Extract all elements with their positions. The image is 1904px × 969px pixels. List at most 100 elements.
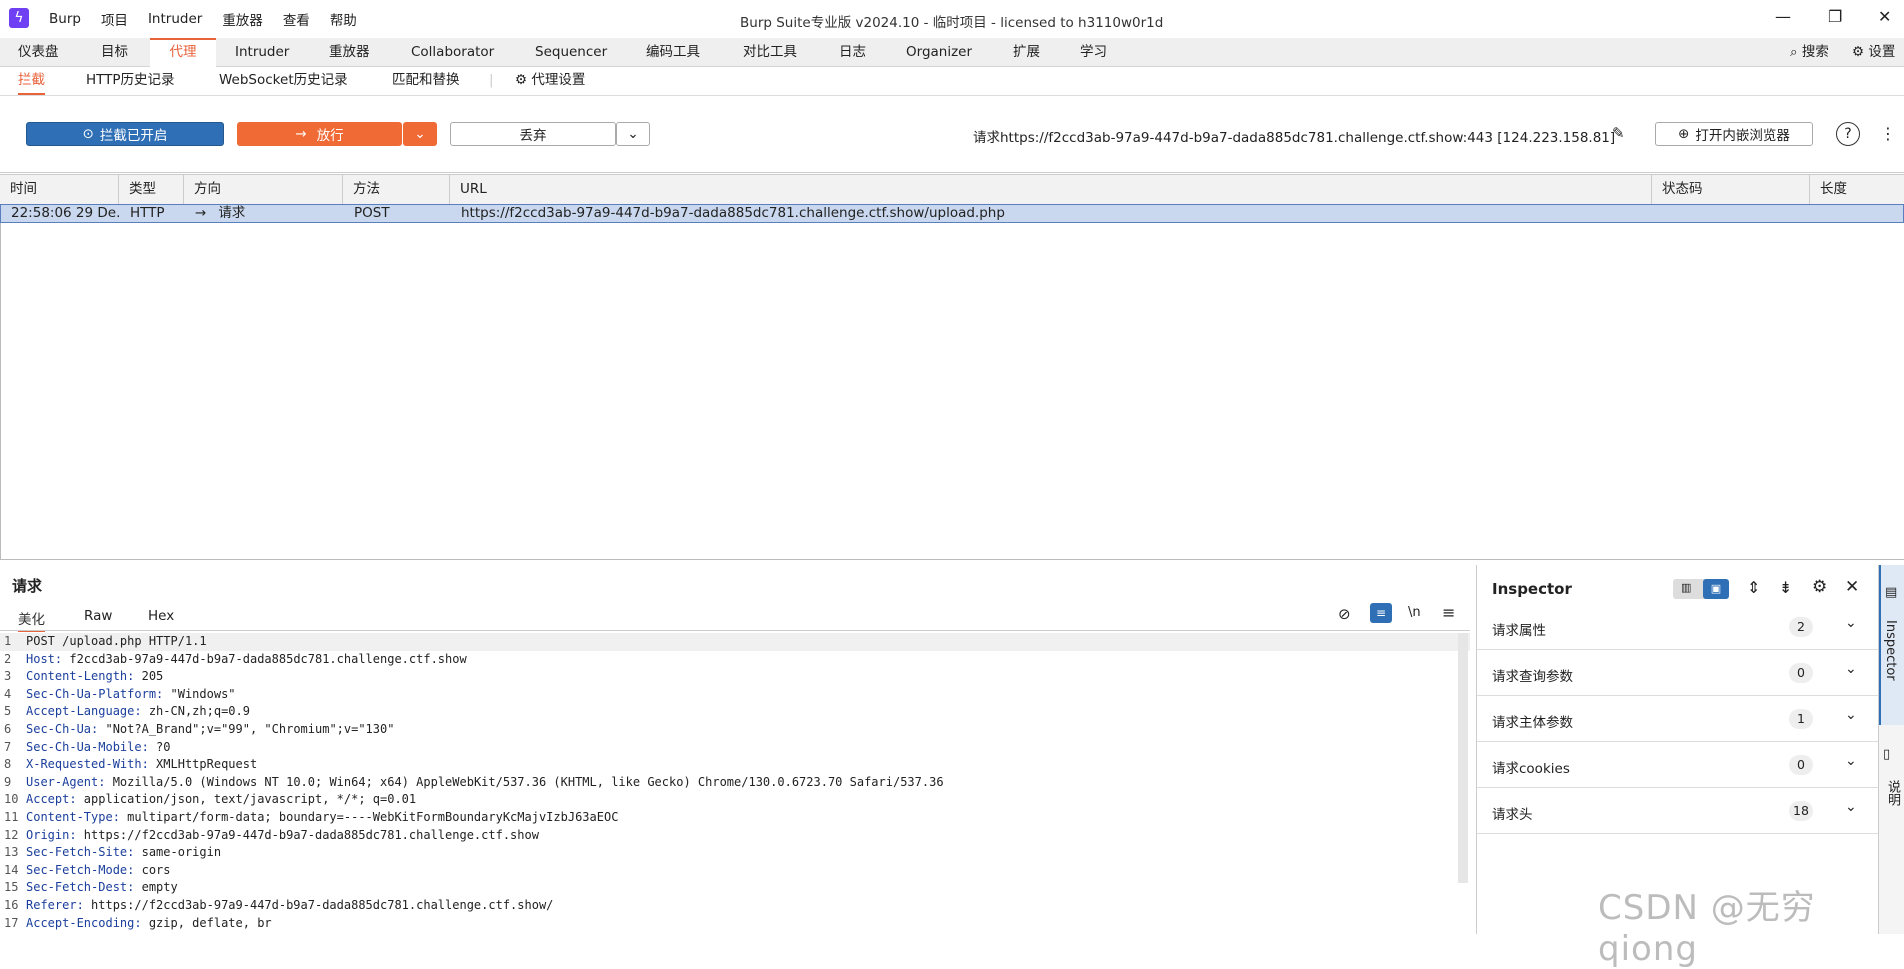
menu-view[interactable]: 查看 [283, 9, 310, 29]
tab-hex[interactable]: Hex [148, 608, 174, 630]
settings-button[interactable]: ⚙ 设置 [1852, 38, 1895, 66]
cell-url: https://f2ccd3ab-97a9-447d-b9a7-dada885d… [461, 205, 1005, 221]
cell-length [1811, 205, 1904, 222]
settings-label: 设置 [1868, 44, 1896, 60]
section-label: 请求查询参数 [1492, 669, 1573, 685]
side-tab-notes[interactable]: ▯ 说明 [1879, 735, 1904, 825]
code-line: 6 Sec-Ch-Ua: "Not?A_Brand";v="99", "Chrom… [0, 721, 1470, 739]
line-number: 6 [4, 721, 12, 736]
chevron-down-icon: ⌄ [1845, 615, 1857, 631]
tab-extensions[interactable]: 扩展 [1013, 38, 1040, 66]
tab-dashboard[interactable]: 仪表盘 [18, 38, 59, 66]
inspector-section-cookies[interactable]: 请求cookies 0 ⌄ [1477, 743, 1879, 788]
tab-logger[interactable]: 日志 [839, 38, 866, 66]
gear-icon[interactable]: ⚙ [1812, 577, 1827, 597]
proxy-subtabs: 拦截 HTTP历史记录 WebSocket历史记录 匹配和替换 | ⚙ 代理设置 [0, 67, 1904, 96]
intercept-label: 拦截已开启 [99, 128, 168, 144]
expand-all-icon[interactable]: ⇕ [1747, 578, 1760, 597]
search-button[interactable]: ⌕ 搜索 [1790, 38, 1829, 66]
request-target-info: 请求https://f2ccd3ab-97a9-447d-b9a7-dada88… [973, 130, 1616, 146]
tab-decoder[interactable]: 编码工具 [646, 38, 700, 66]
tab-sequencer[interactable]: Sequencer [535, 38, 607, 66]
header-value: gzip, deflate, br [141, 915, 272, 930]
menu-project[interactable]: 项目 [101, 9, 128, 29]
menu-bar: Burp 项目 Intruder 重放器 查看 帮助 [49, 0, 377, 38]
close-icon[interactable]: ✕ [1845, 577, 1859, 597]
section-count: 18 [1789, 801, 1813, 821]
col-time[interactable]: 时间 [0, 175, 119, 204]
col-length[interactable]: 长度 [1810, 175, 1904, 204]
inspector-section-request-attributes[interactable]: 请求属性 2 ⌄ [1477, 605, 1879, 650]
editor-tabs-divider [0, 630, 1470, 631]
code-line: 8 X-Requested-With: XMLHttpRequest [0, 756, 1470, 774]
inspector-section-query-params[interactable]: 请求查询参数 0 ⌄ [1477, 651, 1879, 696]
layout-right-icon[interactable]: ▣ [1703, 579, 1729, 599]
header-value: zh-CN,zh;q=0.9 [141, 704, 250, 719]
maximize-icon[interactable]: ❐ [1828, 7, 1842, 26]
header-key: Sec-Fetch-Mode: [26, 862, 135, 877]
side-tab-inspector[interactable]: ▤ Inspector [1879, 565, 1904, 725]
subtab-divider: | [489, 72, 494, 88]
subtab-match-replace[interactable]: 匹配和替换 [392, 67, 460, 93]
tab-raw[interactable]: Raw [84, 608, 112, 630]
line-number: 14 [4, 862, 19, 877]
close-icon[interactable]: ✕ [1878, 7, 1891, 26]
menu-burp[interactable]: Burp [49, 11, 81, 27]
tab-collaborator[interactable]: Collaborator [411, 38, 494, 66]
line-number: 4 [4, 686, 12, 701]
globe-icon: ⊕ [1678, 126, 1690, 142]
layout-left-icon[interactable]: ▥ [1681, 581, 1691, 594]
tab-repeater[interactable]: 重放器 [329, 38, 370, 66]
layout-toggle[interactable]: ▥ ▣ [1673, 579, 1729, 599]
inspector-section-body-params[interactable]: 请求主体参数 1 ⌄ [1477, 697, 1879, 742]
forward-button[interactable]: → 放行 [237, 122, 402, 146]
help-icon[interactable]: ? [1836, 122, 1860, 146]
newline-toggle-icon[interactable]: \n [1408, 605, 1421, 620]
arrow-right-icon: → [195, 205, 207, 221]
more-options-icon[interactable]: ⋮ [1880, 124, 1896, 143]
chevron-down-icon: ⌄ [1845, 707, 1857, 723]
editor-scrollbar[interactable] [1458, 633, 1468, 883]
tab-organizer[interactable]: Organizer [906, 38, 972, 66]
minimize-icon[interactable]: — [1775, 7, 1791, 26]
tab-comparer[interactable]: 对比工具 [743, 38, 797, 66]
col-status[interactable]: 状态码 [1652, 175, 1810, 204]
drop-dropdown-button[interactable]: ⌄ [616, 122, 650, 146]
subtab-http-history[interactable]: HTTP历史记录 [86, 67, 175, 93]
header-key: Accept: [26, 792, 77, 807]
subtab-intercept[interactable]: 拦截 [18, 67, 45, 95]
col-url[interactable]: URL [450, 175, 1652, 204]
table-row[interactable]: 22:58:06 29 De... HTTP → 请求 POST https://… [0, 204, 1904, 223]
tab-proxy[interactable]: 代理 [150, 38, 216, 67]
menu-repeater[interactable]: 重放器 [222, 9, 263, 29]
intercept-toggle-button[interactable]: ⊙ 拦截已开启 [26, 122, 224, 146]
chevron-down-icon: ⌄ [1845, 753, 1857, 769]
drop-button[interactable]: 丢弃 [450, 122, 616, 146]
section-label: 请求属性 [1492, 623, 1546, 639]
tab-learn[interactable]: 学习 [1080, 38, 1107, 66]
menu-icon[interactable]: ≡ [1442, 603, 1455, 622]
wrap-lines-icon[interactable]: ≡ [1370, 603, 1392, 623]
col-method[interactable]: 方法 [343, 175, 450, 204]
line-number: 5 [4, 704, 12, 719]
header-value: https://f2ccd3ab-97a9-447d-b9a7-dada885d… [76, 827, 539, 842]
col-type[interactable]: 类型 [119, 175, 184, 204]
request-editor[interactable]: 1 POST /upload.php HTTP/1.1 2 Host: f2ccd3a… [0, 633, 1470, 934]
section-label: 请求cookies [1492, 761, 1570, 777]
edit-pencil-icon[interactable]: ✎ [1612, 124, 1625, 142]
col-direction[interactable]: 方向 [184, 175, 343, 204]
tab-intruder[interactable]: Intruder [235, 38, 289, 66]
main-tabs: 仪表盘 目标 代理 Intruder 重放器 Collaborator Sequ… [0, 38, 1904, 67]
open-browser-button[interactable]: ⊕ 打开内嵌浏览器 [1655, 122, 1813, 146]
hide-nonprintable-icon[interactable]: ⊘ [1338, 605, 1351, 623]
forward-dropdown-button[interactable]: ⌄ [403, 122, 437, 146]
collapse-all-icon[interactable]: ⇟ [1779, 578, 1792, 597]
tab-target[interactable]: 目标 [101, 38, 128, 66]
inspector-section-headers[interactable]: 请求头 18 ⌄ [1477, 789, 1879, 834]
tab-pretty[interactable]: 美化 [18, 608, 45, 632]
code-line: 14 Sec-Fetch-Mode: cors [0, 862, 1470, 880]
subtab-websocket-history[interactable]: WebSocket历史记录 [219, 67, 348, 93]
menu-intruder[interactable]: Intruder [148, 11, 202, 27]
subtab-proxy-settings[interactable]: ⚙ 代理设置 [515, 67, 585, 93]
menu-help[interactable]: 帮助 [330, 9, 357, 29]
